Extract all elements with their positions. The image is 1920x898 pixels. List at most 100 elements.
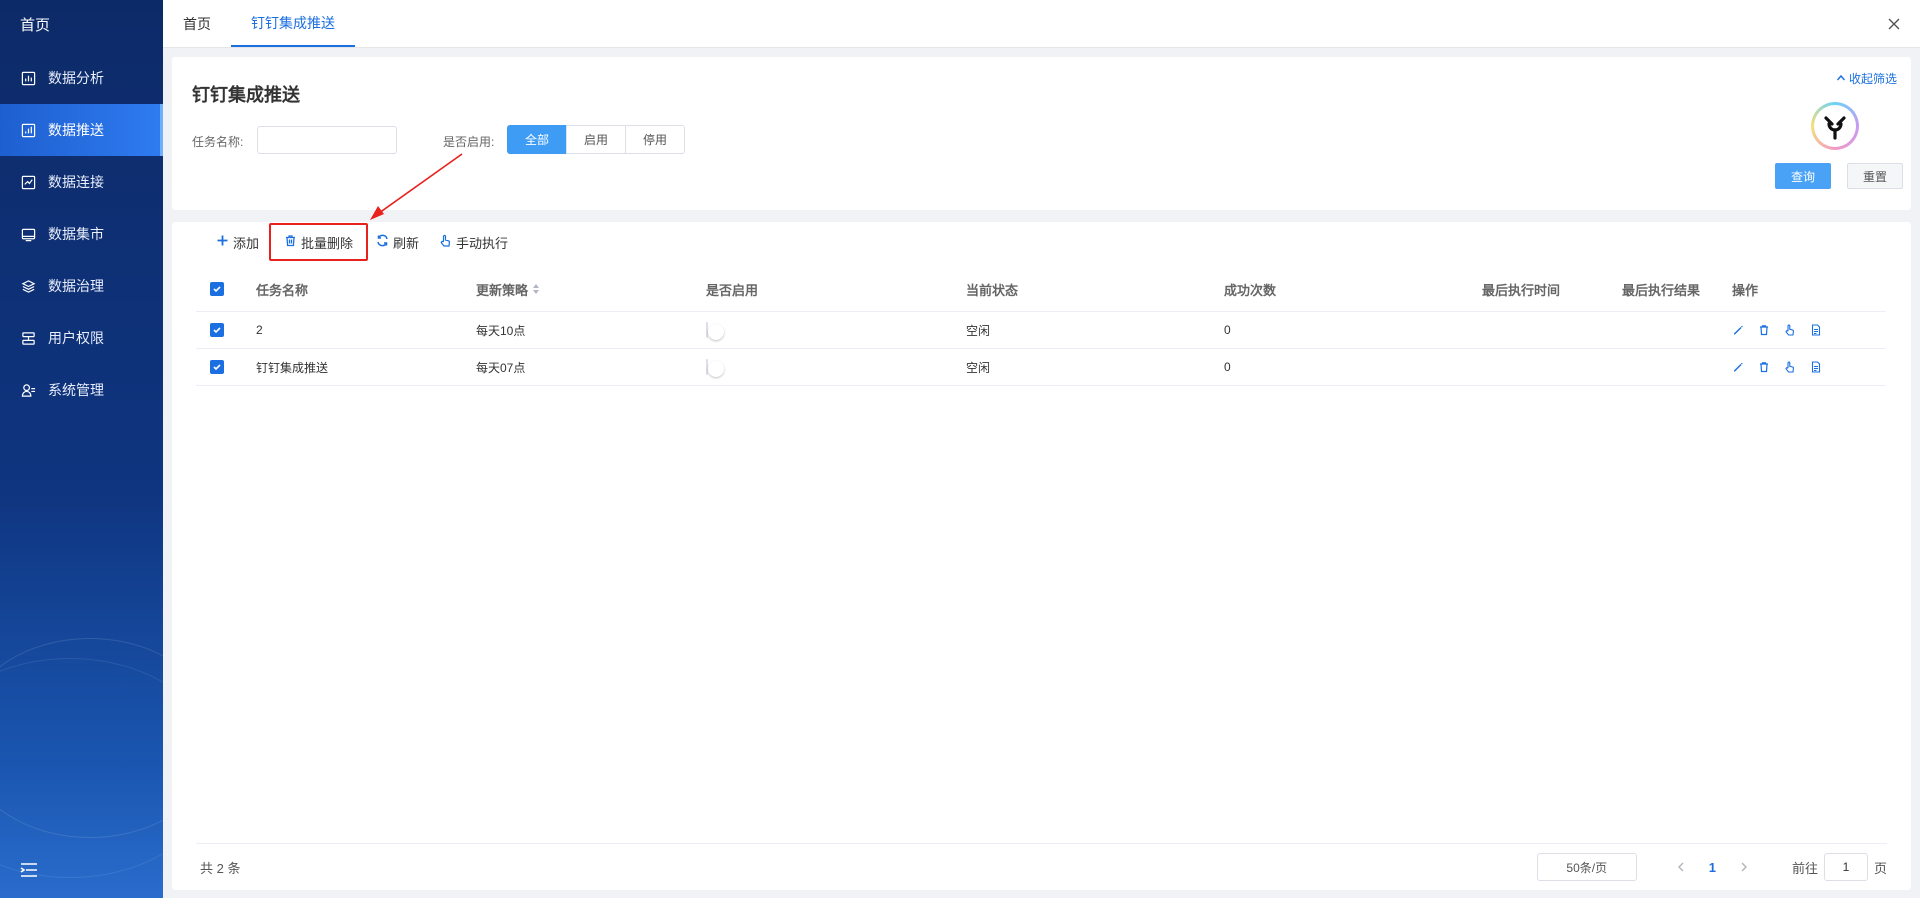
push-icon [20,122,36,138]
page-size-select[interactable]: 50条/页 [1536,853,1637,881]
close-icon[interactable] [1886,16,1902,32]
select-all-checkbox[interactable] [210,281,224,296]
tab-dingtalk-push[interactable]: 钉钉集成推送 [231,0,355,47]
enabled-toggle[interactable] [706,322,708,338]
filter-panel: 钉钉集成推送 收起筛选 任务名称: 是否启用: 全部 启用 停用 查询 重置 [172,57,1911,210]
collapse-filter-button[interactable]: 收起筛选 [1836,70,1897,87]
column-header-strategy[interactable]: 更新策略 [476,280,706,299]
row-actions [1732,324,1882,336]
column-header-task-name: 任务名称 [256,282,309,298]
column-header-last-exec-result: 最后执行结果 [1622,282,1701,298]
column-header-success-count: 成功次数 [1224,282,1277,298]
task-name-input[interactable] [257,126,397,154]
goto-page-input[interactable] [1823,853,1868,881]
table-header: 任务名称 更新策略 是否启用 当前状态 成功次数 最后执行时间 最后执行结果 操… [196,267,1886,312]
table-row: 钉钉集成推送 每天07点 空闲 0 [196,349,1886,386]
sort-icon[interactable] [532,283,540,295]
column-header-strategy-label: 更新策略 [476,282,529,298]
cell-task-name: 2 [256,323,263,337]
cell-task-name: 钉钉集成推送 [256,360,329,375]
column-header-last-exec-time: 最后执行时间 [1482,282,1561,298]
manual-run-label: 手动执行 [456,235,509,251]
sidebar-item-data-connection[interactable]: 数据连接 [0,156,163,208]
sidebar-item-data-analysis[interactable]: 数据分析 [0,52,163,104]
column-header-state: 当前状态 [966,282,1019,298]
sidebar-home[interactable]: 首页 [0,0,163,52]
refresh-button[interactable]: 刷新 [376,222,419,262]
task-name-label: 任务名称: [192,135,244,149]
page-suffix: 页 [1873,860,1887,876]
log-document-icon[interactable] [1810,361,1822,373]
enabled-option-all[interactable]: 全部 [507,125,568,154]
enabled-toggle[interactable] [706,359,708,375]
delete-icon[interactable] [1758,324,1770,336]
refresh-icon [376,234,389,250]
row-actions [1732,361,1882,373]
trash-icon [284,234,297,250]
sidebar: 首页 数据分析 数据推送 数据连接 数据集市 数据治理 用户权限 系统管理 [0,0,163,898]
collapse-filter-label: 收起筛选 [1848,72,1897,86]
enabled-label: 是否启用: [443,135,495,149]
sidebar-item-data-market[interactable]: 数据集市 [0,208,163,260]
delete-icon[interactable] [1758,361,1770,373]
hand-pointer-icon [439,234,452,250]
manual-run-button[interactable]: 手动执行 [439,222,508,262]
tab-bar: 首页 钉钉集成推送 [163,0,1920,48]
query-button[interactable]: 查询 [1775,163,1831,189]
settings-icon [20,382,36,398]
toolbar: 添加 批量删除 刷新 手动执行 [216,222,528,262]
pagination-bar: 共 2 条 50条/页 1 前往 页 [196,843,1887,890]
chevron-up-icon [1836,72,1846,86]
column-header-actions: 操作 [1732,282,1759,298]
hand-pointer-icon[interactable] [1784,324,1796,336]
reset-button[interactable]: 重置 [1847,163,1903,189]
task-table: 任务名称 更新策略 是否启用 当前状态 成功次数 最后执行时间 最后执行结果 操… [196,267,1886,386]
row-checkbox[interactable] [210,322,224,337]
chevron-left-icon[interactable] [1671,857,1691,877]
pager: 50条/页 1 前往 页 [1536,853,1887,881]
tab-home[interactable]: 首页 [163,0,231,47]
add-button-label: 添加 [233,235,260,251]
market-icon [20,226,36,242]
brand-logo [1811,102,1859,150]
sidebar-item-data-governance[interactable]: 数据治理 [0,260,163,312]
enabled-option-on[interactable]: 启用 [566,125,627,154]
chevron-right-icon[interactable] [1734,857,1754,877]
users-icon [20,330,36,346]
sidebar-item-label: 数据连接 [48,174,104,190]
log-document-icon[interactable] [1810,324,1822,336]
batch-delete-button[interactable]: 批量删除 [269,223,369,261]
enabled-segmented-control: 全部 启用 停用 [507,125,686,154]
edit-icon[interactable] [1732,361,1744,373]
table-row: 2 每天10点 空闲 0 [196,312,1886,349]
edit-icon[interactable] [1732,324,1744,336]
batch-delete-label: 批量删除 [301,235,354,251]
sidebar-item-label: 数据治理 [48,278,104,294]
sidebar-item-user-permission[interactable]: 用户权限 [0,312,163,364]
refresh-label: 刷新 [393,235,420,251]
sidebar-item-label: 数据集市 [48,226,104,242]
layers-icon [20,278,36,294]
cell-strategy: 每天10点 [476,323,526,338]
add-button[interactable]: 添加 [216,222,259,262]
menu-collapse-icon[interactable] [20,862,38,878]
column-header-enabled: 是否启用 [706,282,759,298]
chart-icon [20,70,36,86]
goto-page: 前往 页 [1792,853,1887,881]
sidebar-item-label: 数据分析 [48,70,104,86]
sidebar-item-label: 数据推送 [48,122,104,138]
sidebar-item-system-management[interactable]: 系统管理 [0,364,163,416]
cell-state: 空闲 [966,323,991,338]
enabled-option-off[interactable]: 停用 [625,125,686,154]
total-count: 共 2 条 [200,860,241,876]
sidebar-item-label: 系统管理 [48,382,104,398]
cell-success-count: 0 [1224,323,1231,337]
goto-label: 前往 [1791,860,1818,876]
sidebar-item-data-push[interactable]: 数据推送 [0,104,163,156]
page-number-current[interactable]: 1 [1709,860,1716,875]
cell-success-count: 0 [1224,360,1231,374]
hand-pointer-icon[interactable] [1784,361,1796,373]
cell-state: 空闲 [966,360,991,375]
plus-icon [216,234,229,250]
row-checkbox[interactable] [210,359,224,374]
